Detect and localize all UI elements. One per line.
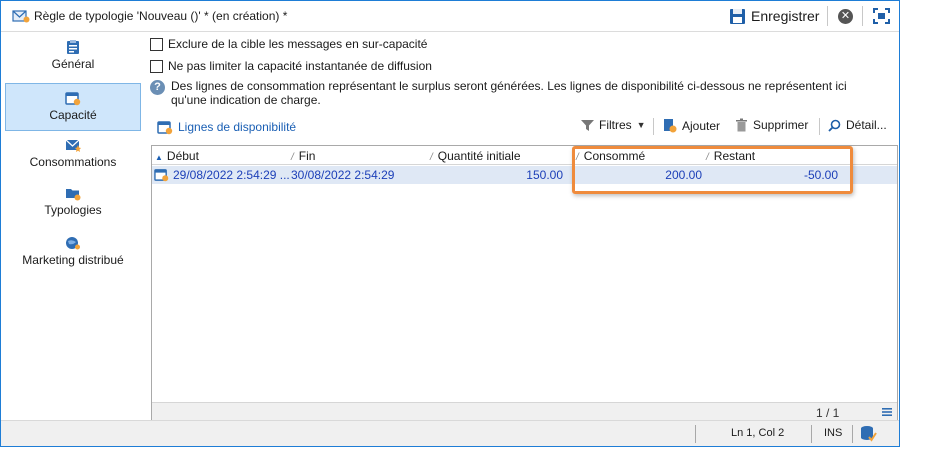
column-header-initial-quantity[interactable]: / Quantité initiale [430, 149, 521, 163]
sidebar-item-label: Marketing distribué [22, 253, 124, 267]
sidebar-item-distributed-marketing[interactable]: Marketing distribué [5, 229, 141, 277]
save-button[interactable]: Enregistrer [729, 5, 819, 27]
globe-user-icon [66, 237, 80, 250]
detail-label: Détail... [846, 118, 887, 132]
save-button-label: Enregistrer [751, 8, 820, 24]
title-bar: Règle de typologie 'Nouveau ()' * (en cr… [1, 1, 899, 32]
checkbox-label: Exclure de la cible les messages en sur-… [168, 37, 428, 51]
column-divider-icon: / [576, 152, 579, 163]
close-icon[interactable]: ✕ [838, 9, 853, 24]
status-separator [695, 425, 696, 443]
availability-list-toolbar: Lignes de disponibilité Filtres ▼ Ajoute… [151, 113, 893, 139]
cursor-position: Ln 1, Col 2 [731, 427, 785, 439]
trash-icon [736, 118, 747, 132]
delete-label: Supprimer [753, 118, 809, 132]
column-header-label: Quantité initiale [437, 149, 521, 163]
no-instant-limit-checkbox[interactable]: Ne pas limiter la capacité instantanée d… [150, 58, 432, 74]
dropdown-arrow-icon[interactable]: ▼ [637, 120, 646, 130]
info-text: Des lignes de consommation représentant … [171, 79, 871, 107]
typology-rule-window: Règle de typologie 'Nouveau ()' * (en cr… [0, 0, 900, 447]
insert-mode: INS [824, 427, 843, 439]
menu-icon[interactable] [882, 407, 892, 417]
fullscreen-icon[interactable] [873, 8, 890, 24]
envelope-rule-icon [12, 10, 30, 23]
column-header-end[interactable]: / Fin [291, 149, 315, 163]
list-title-label: Lignes de disponibilité [178, 120, 297, 134]
window-title: Règle de typologie 'Nouveau ()' * (en cr… [34, 9, 288, 23]
status-separator [852, 425, 853, 443]
cell-initial-quantity: 150.00 [526, 168, 563, 182]
column-header-label: Consommé [583, 149, 646, 163]
column-header-consumed[interactable]: / Consommé [576, 149, 645, 163]
sidebar-item-consumptions[interactable]: Consommations [5, 131, 141, 179]
sidebar-item-typologies[interactable]: Typologies [5, 179, 141, 227]
cell-consumed: 200.00 [665, 168, 702, 182]
grid-footer: 1 / 1 [152, 402, 897, 421]
funnel-icon [581, 119, 594, 131]
cell-start: 29/08/2022 2:54:29 ... [173, 168, 290, 182]
page-indicator: 1 / 1 [816, 406, 840, 420]
checkbox-label: Ne pas limiter la capacité instantanée d… [168, 59, 432, 73]
cell-end: 30/08/2022 2:54:29 [291, 168, 395, 182]
exclude-overcapacity-checkbox[interactable]: Exclure de la cible les messages en sur-… [150, 36, 427, 52]
checkbox-box[interactable] [150, 37, 163, 51]
toolbar-separator [827, 6, 828, 26]
availability-list-title: Lignes de disponibilité [157, 119, 296, 135]
column-header-label: Fin [298, 149, 316, 163]
filters-button[interactable]: Filtres ▼ [581, 118, 646, 132]
column-header-label: Restant [713, 149, 756, 163]
column-divider-icon: / [291, 152, 294, 163]
checkbox-box[interactable] [150, 59, 163, 73]
toolbar-separator [862, 6, 863, 26]
calendar-gear-icon [65, 92, 81, 106]
info-text-line: Des lignes de consommation représentant … [171, 79, 847, 93]
column-header-start[interactable]: ▲ Début [155, 149, 199, 163]
capacity-panel: Exclure de la cible les messages en sur-… [147, 33, 899, 446]
envelope-star-icon [65, 139, 81, 152]
add-button[interactable]: Ajouter [662, 118, 720, 133]
column-divider-icon: / [430, 152, 433, 163]
sidebar-item-label: Consommations [29, 155, 117, 169]
sort-ascending-icon: ▲ [155, 153, 163, 162]
magnifier-icon [828, 119, 841, 132]
table-row[interactable]: 29/08/2022 2:54:29 ... 30/08/2022 2:54:2… [152, 166, 897, 184]
status-bar: Ln 1, Col 2 INS [1, 420, 899, 446]
availability-grid: ▲ Début / Fin / Quantité initiale / Consommé… [151, 145, 898, 422]
clipboard-icon [67, 40, 79, 54]
add-document-icon [664, 119, 677, 133]
column-header-remaining[interactable]: / Restant [706, 149, 755, 163]
floppy-disk-icon [730, 8, 745, 24]
sidebar-item-label: Typologies [44, 203, 102, 217]
info-message: ? Des lignes de consommation représentan… [150, 79, 890, 107]
database-check-icon [861, 426, 877, 442]
column-divider-icon: / [706, 152, 709, 163]
calendar-gear-icon [157, 121, 173, 135]
toolbar-separator [653, 118, 654, 135]
column-header-label: Début [166, 149, 199, 163]
sidebar-item-label: Capacité [49, 108, 97, 122]
toolbar-separator [819, 118, 820, 135]
add-label: Ajouter [682, 118, 721, 133]
status-separator [811, 425, 812, 443]
sidebar-item-capacity[interactable]: Capacité [5, 83, 141, 131]
delete-button[interactable]: Supprimer [735, 118, 808, 132]
calendar-gear-icon [154, 169, 169, 182]
sidebar-nav: Général Capacité Consommations Typologie… [1, 33, 147, 446]
folder-gear-icon [66, 189, 81, 201]
grid-header: ▲ Début / Fin / Quantité initiale / Consommé… [152, 146, 897, 165]
help-question-icon: ? [150, 80, 165, 95]
sidebar-item-general[interactable]: Général [5, 33, 141, 81]
sidebar-item-label: Général [51, 57, 95, 71]
info-text-line: qu'une indication de charge. [171, 93, 321, 107]
detail-button[interactable]: Détail... [828, 118, 887, 132]
filters-label: Filtres [599, 118, 632, 132]
cell-remaining: -50.00 [803, 168, 838, 182]
